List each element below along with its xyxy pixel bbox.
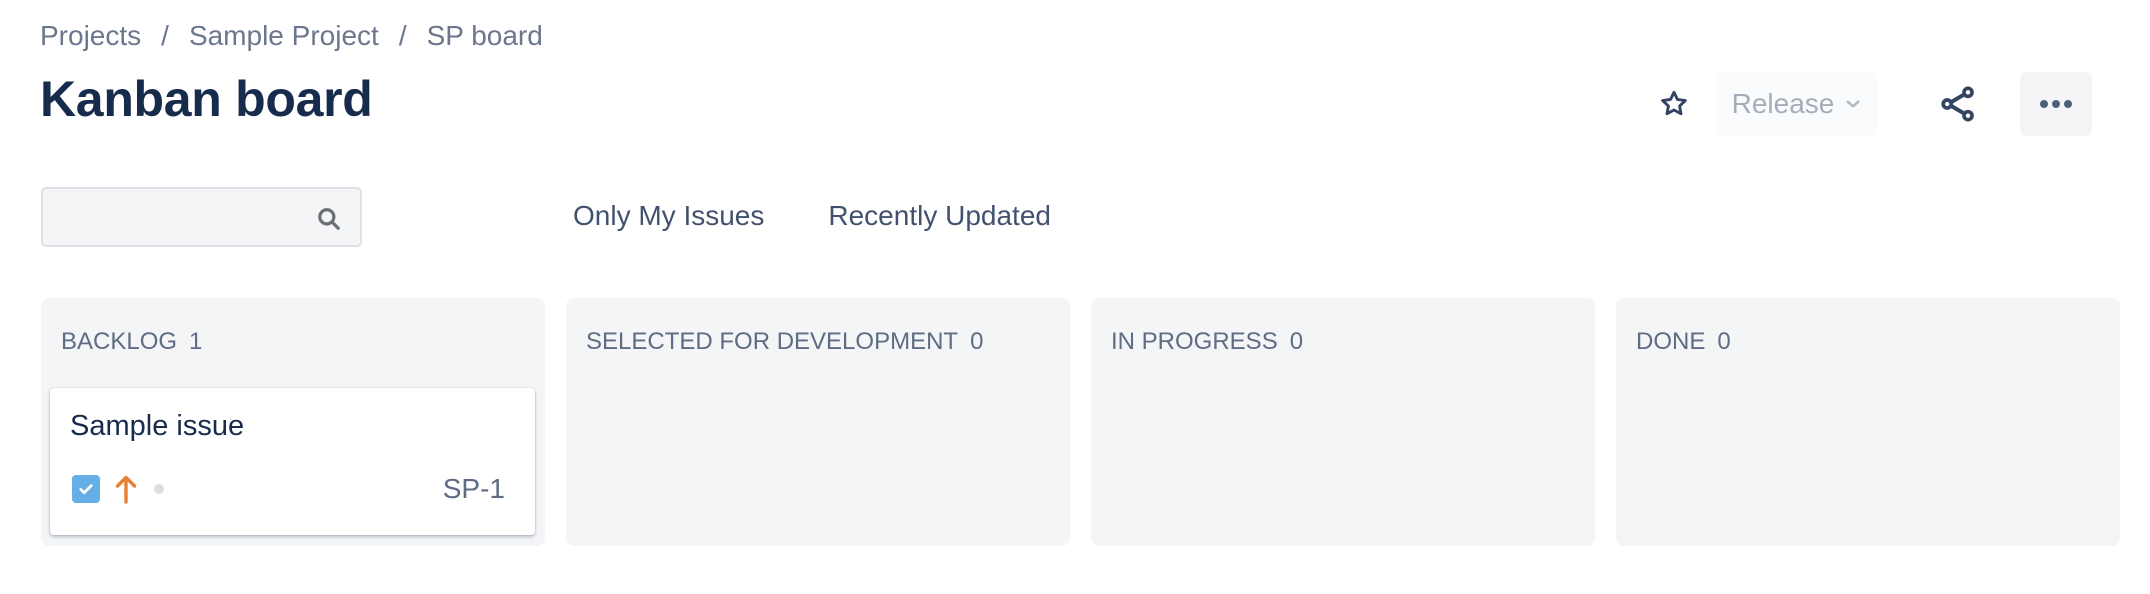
breadcrumb-separator: / bbox=[161, 20, 169, 51]
breadcrumb-separator: / bbox=[398, 20, 407, 51]
column-count: 0 bbox=[1717, 328, 1731, 355]
release-label: Release bbox=[1731, 88, 1835, 119]
column-title: SELECTED FOR DEVELOPMENT bbox=[586, 328, 959, 355]
page-title: Kanban board bbox=[40, 71, 373, 127]
column-in-progress: IN PROGRESS 0 bbox=[1091, 298, 1595, 546]
header-actions: Release bbox=[1642, 72, 2092, 136]
priority-high-arrow-icon bbox=[114, 474, 138, 504]
issue-card[interactable]: Sample issue SP-1 bbox=[50, 388, 535, 535]
star-button[interactable] bbox=[1642, 72, 1706, 136]
column-backlog: BACKLOG 1 Sample issue SP-1 bbox=[41, 298, 545, 546]
issue-title: Sample issue bbox=[70, 410, 245, 442]
issue-card-footer: SP-1 bbox=[72, 473, 505, 505]
more-horizontal-icon bbox=[2040, 100, 2072, 108]
quick-filters: Only My Issues Recently Updated bbox=[573, 200, 1115, 232]
filter-only-my-issues[interactable]: Only My Issues bbox=[573, 200, 764, 232]
star-icon bbox=[1661, 90, 1687, 116]
column-header: IN PROGRESS 0 bbox=[1111, 328, 1303, 356]
column-title: DONE bbox=[1636, 328, 1706, 355]
share-icon bbox=[1941, 86, 1974, 122]
breadcrumb-sample-project[interactable]: Sample Project bbox=[189, 20, 379, 52]
chevron-down-icon bbox=[1844, 95, 1862, 113]
column-header: DONE 0 bbox=[1636, 328, 1731, 356]
column-title: IN PROGRESS bbox=[1111, 328, 1278, 355]
column-header: BACKLOG 1 bbox=[61, 328, 202, 356]
issue-key[interactable]: SP-1 bbox=[443, 473, 505, 505]
column-selected-for-development: SELECTED FOR DEVELOPMENT 0 bbox=[566, 298, 1070, 546]
filter-recently-updated[interactable]: Recently Updated bbox=[828, 200, 1051, 232]
release-button[interactable]: Release bbox=[1716, 72, 1878, 136]
status-dot-icon bbox=[154, 484, 164, 494]
column-done: DONE 0 bbox=[1616, 298, 2120, 546]
search-field bbox=[41, 187, 362, 247]
column-count: 0 bbox=[1289, 328, 1304, 355]
column-header: SELECTED FOR DEVELOPMENT 0 bbox=[586, 328, 983, 356]
task-checkbox-icon bbox=[72, 475, 100, 503]
column-title: BACKLOG bbox=[61, 328, 178, 355]
search-input[interactable] bbox=[43, 189, 360, 245]
column-count: 0 bbox=[970, 328, 984, 355]
breadcrumb-sp-board[interactable]: SP board bbox=[427, 20, 543, 52]
share-button[interactable] bbox=[1926, 72, 1990, 136]
breadcrumb-projects[interactable]: Projects bbox=[40, 20, 141, 52]
board-columns: BACKLOG 1 Sample issue SP-1 SELECTED FOR… bbox=[41, 298, 2120, 546]
column-count: 1 bbox=[189, 328, 203, 355]
more-actions-button[interactable] bbox=[2020, 72, 2092, 136]
breadcrumb: Projects / Sample Project / SP board bbox=[40, 20, 543, 52]
